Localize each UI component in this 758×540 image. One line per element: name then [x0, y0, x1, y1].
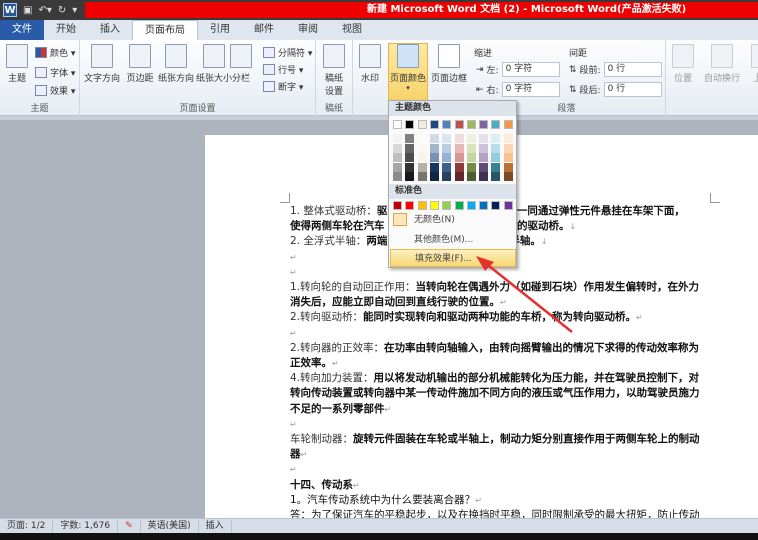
- arrow-shaft: [483, 261, 573, 333]
- insert-mode[interactable]: 插入: [199, 519, 232, 533]
- status-bar: 页面: 1/2 字数: 1,676 ✎ 英语(美国) 插入: [0, 518, 758, 533]
- language-indicator[interactable]: 英语(美国): [141, 519, 199, 533]
- taskbar-edge: [0, 533, 758, 540]
- word-count[interactable]: 字数: 1,676: [53, 519, 119, 533]
- page-count[interactable]: 页面: 1/2: [0, 519, 54, 533]
- annotation-arrow: [476, 256, 573, 333]
- proofing-icon[interactable]: ✎: [118, 519, 141, 533]
